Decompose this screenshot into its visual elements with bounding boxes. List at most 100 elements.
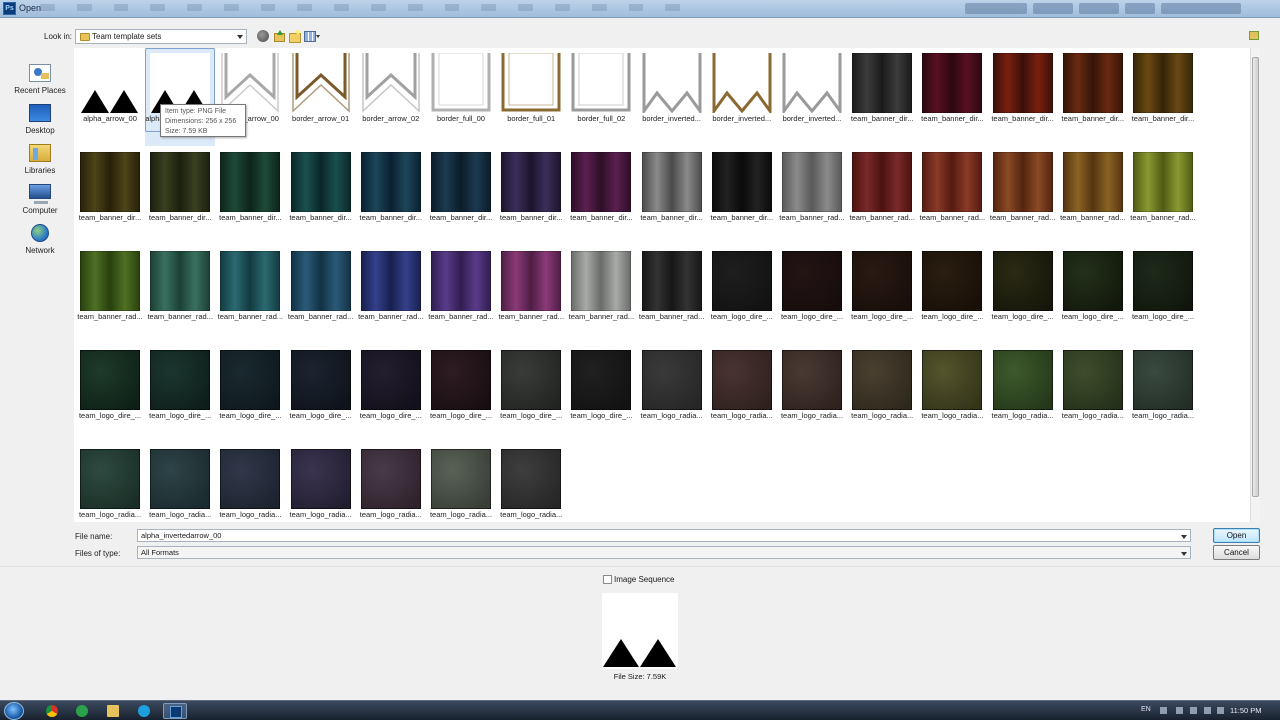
look-in-dropdown[interactable]: Team template sets [75, 29, 247, 44]
file-item[interactable]: team_logo_dire_... [1128, 246, 1198, 344]
file-item[interactable]: team_banner_rad... [145, 246, 215, 344]
file-item[interactable]: team_banner_rad... [286, 246, 356, 344]
taskbar-photoshop[interactable] [163, 703, 187, 719]
file-item[interactable]: team_banner_rad... [917, 147, 987, 245]
file-name-input[interactable]: alpha_invertedarrow_00 [137, 529, 1191, 542]
file-item[interactable]: border_inverted... [777, 48, 847, 146]
file-item[interactable]: team_banner_dir... [917, 48, 987, 146]
file-item[interactable]: team_banner_dir... [847, 48, 917, 146]
file-item[interactable]: team_banner_rad... [777, 147, 847, 245]
file-item[interactable]: team_banner_dir... [426, 147, 496, 245]
file-item[interactable]: team_logo_dire_... [777, 246, 847, 344]
file-item[interactable]: team_logo_radia... [145, 444, 215, 522]
file-item[interactable]: team_logo_radia... [75, 444, 145, 522]
file-item[interactable]: team_logo_dire_... [356, 345, 426, 443]
back-icon[interactable] [257, 30, 269, 42]
file-item[interactable]: team_banner_dir... [356, 147, 426, 245]
file-item[interactable]: border_inverted... [707, 48, 777, 146]
file-item[interactable]: team_banner_dir... [988, 48, 1058, 146]
taskbar-skype[interactable] [132, 703, 156, 719]
file-item[interactable]: team_logo_radia... [637, 345, 707, 443]
place-desktop[interactable]: Desktop [8, 104, 72, 142]
file-item[interactable]: team_banner_rad... [988, 147, 1058, 245]
start-button[interactable] [4, 702, 24, 720]
file-item[interactable]: team_banner_rad... [1128, 147, 1198, 245]
chevron-down-icon[interactable] [1181, 535, 1187, 539]
file-item[interactable]: team_banner_dir... [215, 147, 285, 245]
file-item[interactable]: team_banner_rad... [637, 246, 707, 344]
place-recent-places[interactable]: Recent Places [8, 64, 72, 102]
up-one-level-icon[interactable] [273, 30, 285, 42]
file-item[interactable]: team_banner_rad... [215, 246, 285, 344]
file-item[interactable]: team_banner_dir... [707, 147, 777, 245]
file-item[interactable]: team_logo_radia... [356, 444, 426, 522]
view-menu-icon[interactable] [304, 30, 321, 42]
open-button[interactable]: Open [1213, 528, 1260, 543]
taskbar-app[interactable] [70, 703, 94, 719]
file-item[interactable]: border_full_01 [496, 48, 566, 146]
vertical-scrollbar[interactable] [1250, 48, 1260, 522]
file-item[interactable]: border_arrow_02 [356, 48, 426, 146]
new-folder-icon[interactable] [288, 30, 301, 43]
file-item[interactable]: team_banner_dir... [75, 147, 145, 245]
tray-volume-icon[interactable] [1217, 707, 1224, 714]
place-network[interactable]: Network [8, 224, 72, 262]
file-item[interactable]: team_logo_radia... [917, 345, 987, 443]
scrollbar-thumb[interactable] [1252, 57, 1259, 497]
file-item[interactable]: team_logo_dire_... [215, 345, 285, 443]
file-item[interactable]: team_banner_dir... [1058, 48, 1128, 146]
file-item[interactable]: team_banner_dir... [566, 147, 636, 245]
image-sequence-checkbox[interactable] [603, 575, 612, 584]
file-item[interactable]: team_logo_dire_... [286, 345, 356, 443]
cancel-button[interactable]: Cancel [1213, 545, 1260, 560]
file-item[interactable]: team_logo_radia... [777, 345, 847, 443]
file-item[interactable]: border_inverted... [637, 48, 707, 146]
file-item[interactable]: team_banner_rad... [566, 246, 636, 344]
file-item[interactable]: team_banner_rad... [75, 246, 145, 344]
file-item[interactable]: team_logo_radia... [847, 345, 917, 443]
file-item[interactable]: team_banner_rad... [496, 246, 566, 344]
file-item[interactable]: border_arrow_01 [286, 48, 356, 146]
file-item[interactable]: team_logo_radia... [1058, 345, 1128, 443]
taskbar-chrome[interactable] [40, 703, 64, 719]
file-item[interactable]: team_logo_dire_... [988, 246, 1058, 344]
file-item[interactable]: team_logo_radia... [988, 345, 1058, 443]
file-item[interactable]: team_logo_dire_... [1058, 246, 1128, 344]
file-item[interactable]: team_logo_dire_... [847, 246, 917, 344]
file-list-view[interactable]: alpha_arrow_00alpha_invertedarrow_00bord… [74, 48, 1250, 522]
file-item[interactable]: team_banner_dir... [286, 147, 356, 245]
place-libraries[interactable]: Libraries [8, 144, 72, 182]
taskbar-explorer[interactable] [101, 703, 125, 719]
tray-arrow-icon[interactable] [1160, 707, 1167, 714]
file-item[interactable]: team_logo_radia... [1128, 345, 1198, 443]
file-item[interactable]: team_logo_dire_... [707, 246, 777, 344]
file-item[interactable]: team_banner_dir... [1128, 48, 1198, 146]
file-item[interactable]: alpha_arrow_00 [75, 48, 145, 146]
language-indicator[interactable]: EN [1141, 706, 1151, 713]
file-item[interactable]: team_logo_radia... [496, 444, 566, 522]
files-of-type-dropdown[interactable]: All Formats [137, 546, 1191, 559]
file-item[interactable]: team_banner_rad... [426, 246, 496, 344]
file-item[interactable]: border_full_00 [426, 48, 496, 146]
clock[interactable]: 11:50 PM [1230, 706, 1262, 715]
file-item[interactable]: team_banner_rad... [847, 147, 917, 245]
file-item[interactable]: team_logo_dire_... [145, 345, 215, 443]
file-item[interactable]: team_banner_dir... [145, 147, 215, 245]
folder-options-icon[interactable] [1249, 31, 1259, 40]
file-item[interactable]: team_logo_radia... [286, 444, 356, 522]
file-item[interactable]: team_logo_dire_... [496, 345, 566, 443]
place-computer[interactable]: Computer [8, 184, 72, 222]
file-item[interactable]: team_logo_dire_... [566, 345, 636, 443]
file-item[interactable]: team_logo_dire_... [917, 246, 987, 344]
file-item[interactable]: team_logo_dire_... [75, 345, 145, 443]
file-item[interactable]: team_logo_radia... [426, 444, 496, 522]
file-item[interactable]: border_full_02 [566, 48, 636, 146]
file-item[interactable]: team_logo_radia... [707, 345, 777, 443]
tray-flag-icon[interactable] [1190, 707, 1197, 714]
file-item[interactable]: team_banner_rad... [356, 246, 426, 344]
tray-network-icon[interactable] [1204, 707, 1211, 714]
file-item[interactable]: team_banner_dir... [637, 147, 707, 245]
file-item[interactable]: team_banner_rad... [1058, 147, 1128, 245]
file-item[interactable]: team_banner_dir... [496, 147, 566, 245]
file-item[interactable]: team_logo_radia... [215, 444, 285, 522]
